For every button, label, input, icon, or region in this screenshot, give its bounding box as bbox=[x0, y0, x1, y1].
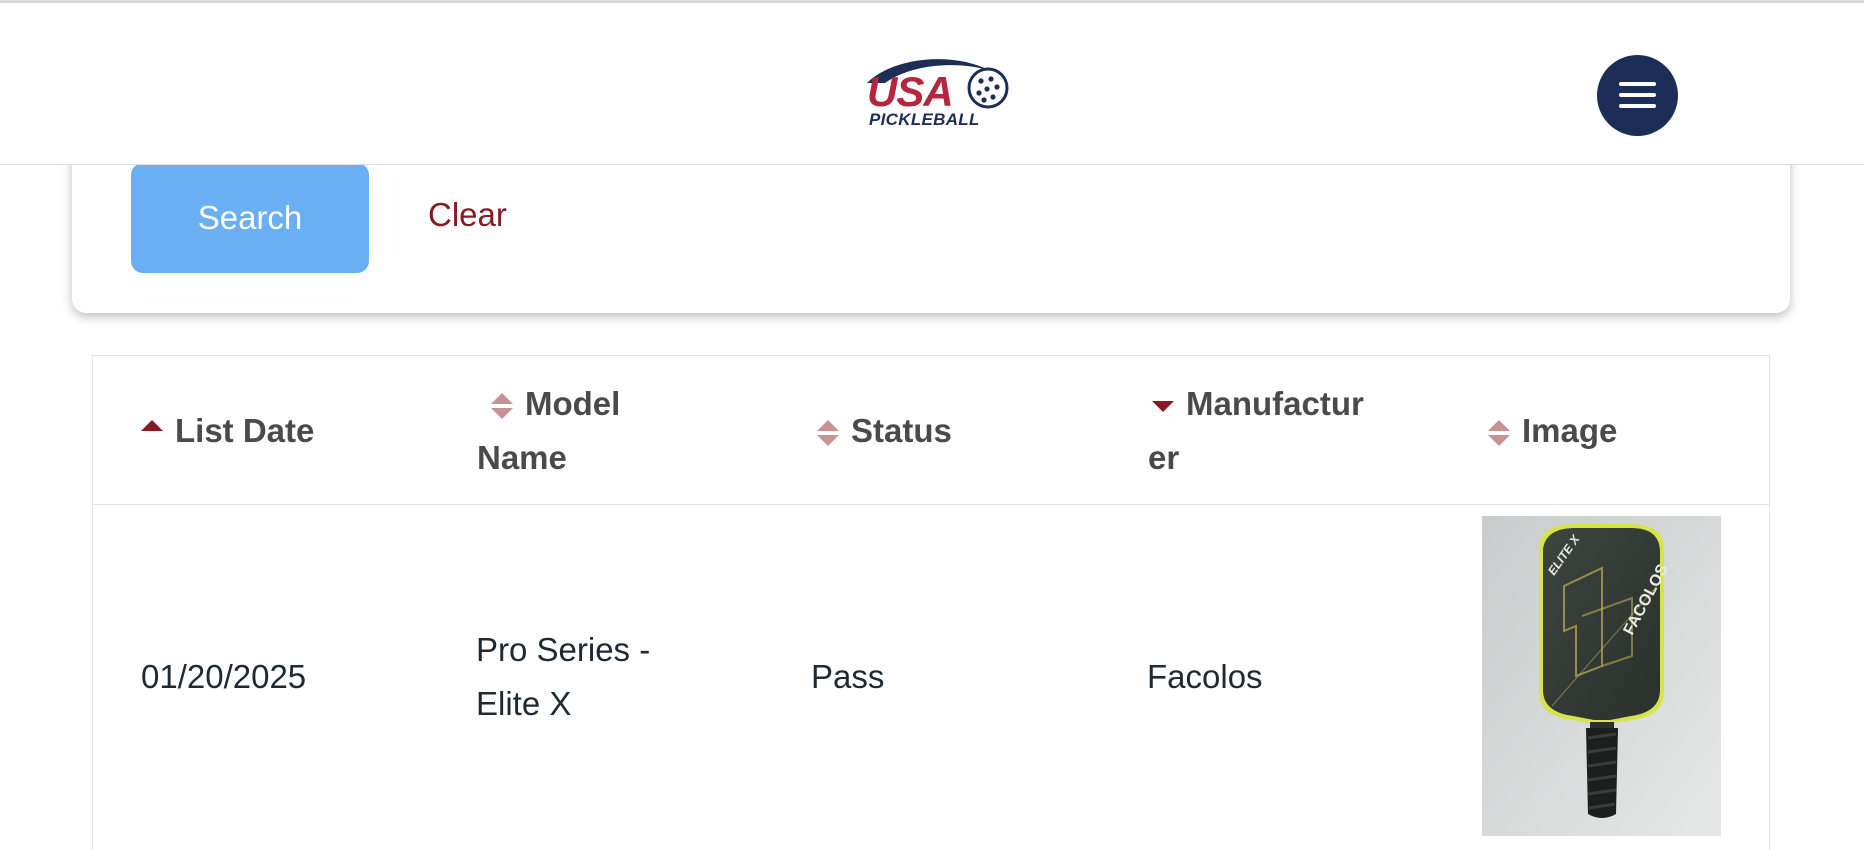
column-label: er bbox=[1148, 439, 1180, 476]
sort-descending-icon bbox=[1152, 391, 1174, 421]
cell-list-date: 01/20/2025 bbox=[141, 658, 307, 695]
hamburger-menu-icon[interactable] bbox=[1597, 55, 1678, 136]
column-label: Manufactur bbox=[1186, 385, 1364, 422]
logo-usa-text: USA bbox=[867, 68, 954, 115]
column-header-list-date[interactable]: List Date bbox=[141, 404, 314, 458]
table-header-row: List Date Model Name Status Manufactur e… bbox=[93, 356, 1769, 505]
search-button[interactable]: Search bbox=[131, 163, 369, 273]
sort-icon bbox=[817, 418, 839, 448]
column-label: List Date bbox=[175, 412, 315, 449]
paddle-photo[interactable]: FACOLOS ELITE X bbox=[1482, 516, 1721, 836]
cell-status: Pass bbox=[811, 658, 885, 695]
sort-ascending-icon bbox=[141, 418, 163, 448]
sort-icon bbox=[1488, 418, 1510, 448]
cell-model-name: Pro Series - Elite X bbox=[476, 623, 650, 731]
column-header-status[interactable]: Status bbox=[817, 404, 952, 458]
column-label: Name bbox=[477, 439, 567, 476]
sort-icon bbox=[491, 391, 513, 421]
column-header-manufacturer[interactable]: Manufactur er bbox=[1148, 377, 1364, 485]
column-label: Status bbox=[851, 412, 952, 449]
clear-link[interactable]: Clear bbox=[428, 196, 507, 234]
logo-pickleball-text: PICKLEBALL bbox=[869, 110, 980, 129]
column-header-model-name[interactable]: Model Name bbox=[477, 377, 620, 485]
column-label: Model bbox=[525, 385, 621, 422]
cell-manufacturer: Facolos bbox=[1147, 658, 1263, 695]
usa-pickleball-logo[interactable]: USA PICKLEBALL bbox=[863, 53, 1009, 133]
paddle-table: List Date Model Name Status Manufactur e… bbox=[92, 355, 1770, 850]
cell-model-name-line: Pro Series - bbox=[476, 631, 651, 668]
column-label: Image bbox=[1522, 412, 1618, 449]
site-header: USA PICKLEBALL bbox=[0, 3, 1864, 165]
cell-model-name-line: Elite X bbox=[476, 685, 572, 722]
column-header-image[interactable]: Image bbox=[1488, 404, 1617, 458]
